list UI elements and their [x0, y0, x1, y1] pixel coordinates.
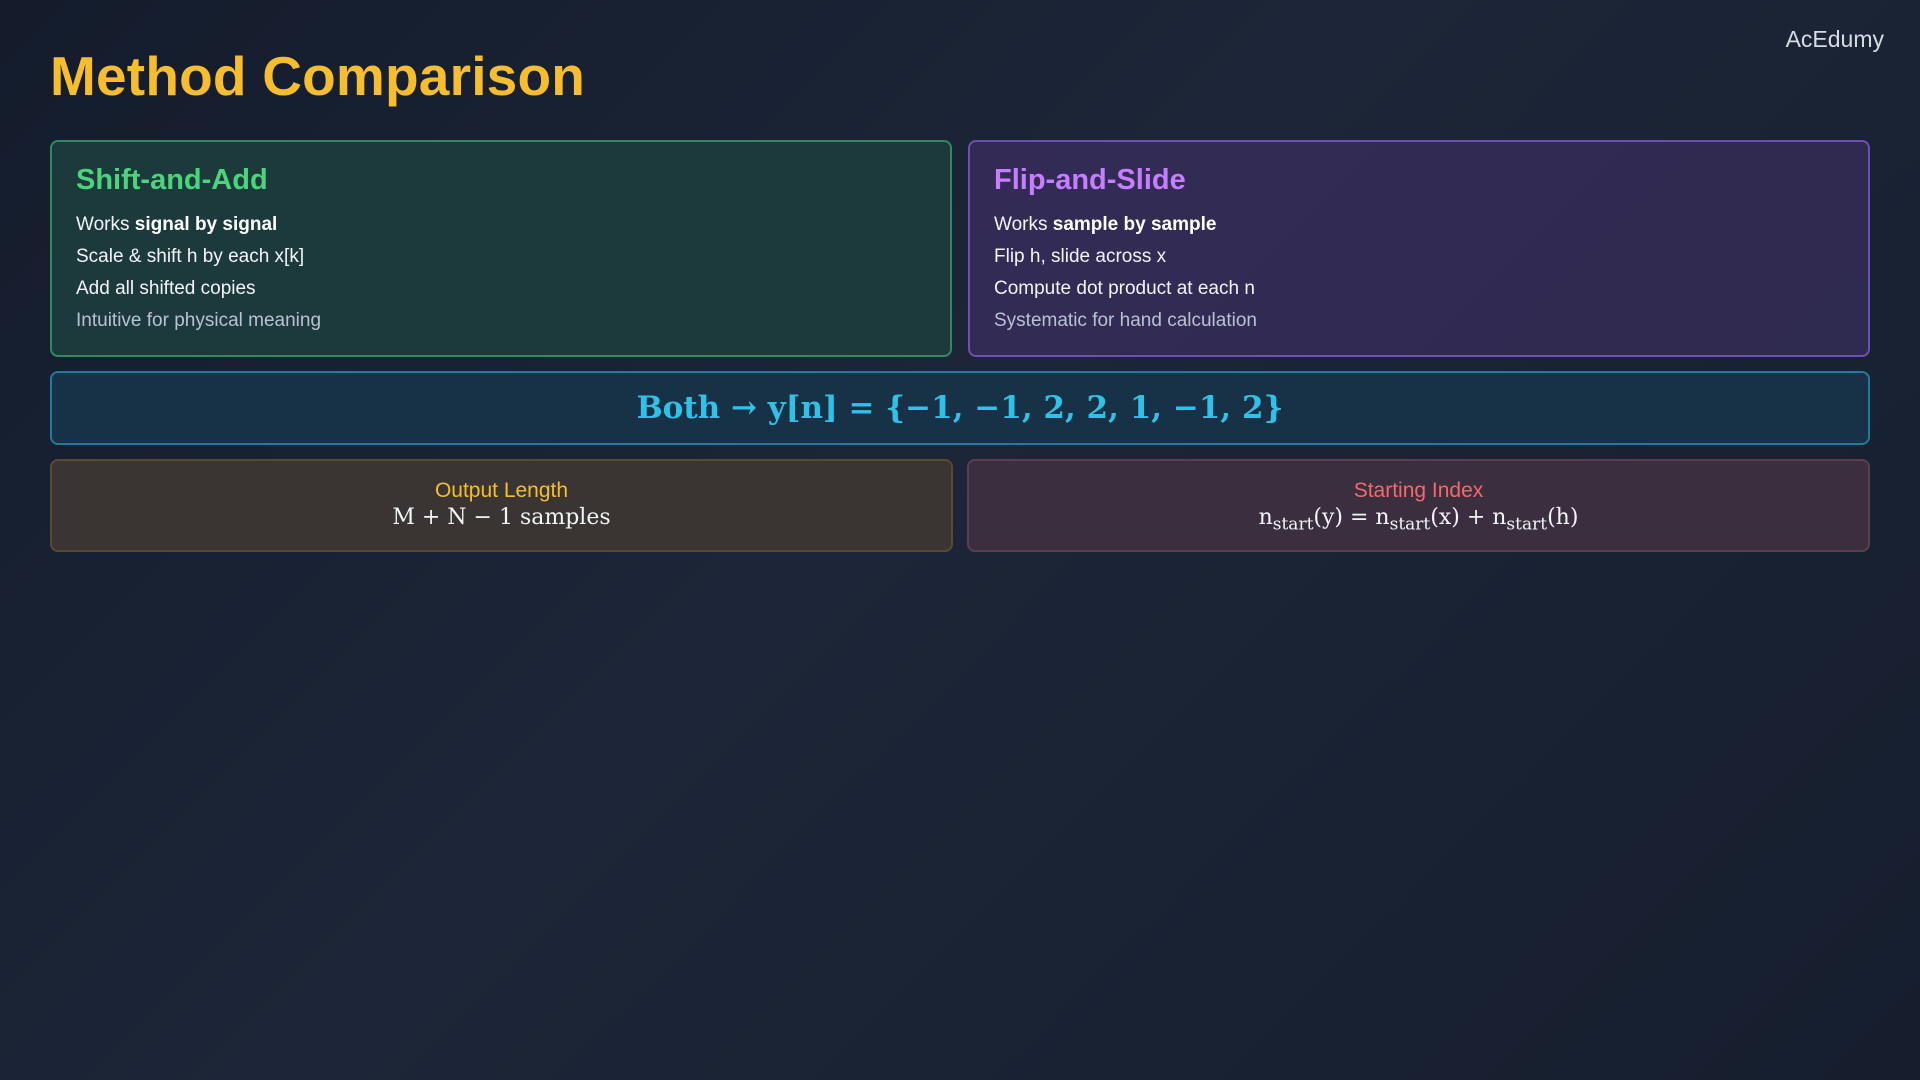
formula-arg-x: (x) + — [1430, 505, 1493, 530]
formula-sub-x: start — [1389, 514, 1431, 535]
starting-index-formula: nstart(y) = nstart(x) + nstart(h) — [969, 504, 1868, 538]
flip-and-slide-line-2: Flip h, slide across x — [994, 246, 1167, 267]
formula-n-h: n — [1492, 505, 1507, 530]
shift-and-add-title: Shift-and-Add — [76, 164, 268, 196]
page-title: Method Comparison — [50, 45, 586, 107]
formula-arg-y: (y) = — [1313, 505, 1376, 530]
shift-and-add-line-4: Intuitive for physical meaning — [76, 310, 322, 331]
shift-and-add-line-2: Scale & shift h by each x[k] — [76, 246, 305, 267]
shift-and-add-line-3: Add all shifted copies — [76, 278, 256, 299]
starting-index-title: Starting Index — [1353, 479, 1484, 502]
shift-and-add-card: Shift-and-Add Works signal by signal Sca… — [50, 140, 952, 357]
output-length-card: Output Length M + N − 1 samples — [50, 459, 953, 552]
result-banner: Both → y[n] = {−1, −1, 2, 2, 1, −1, 2} — [50, 371, 1870, 445]
formula-sub-y: start — [1272, 514, 1314, 535]
shift-and-add-line-1: Works signal by signal — [76, 209, 950, 241]
result-equation: Both → y[n] = {−1, −1, 2, 2, 1, −1, 2} — [636, 390, 1284, 426]
formula-n-y: n — [1258, 505, 1273, 530]
formula-n-x: n — [1375, 505, 1390, 530]
flip-and-slide-line-1-bold: sample by sample — [1052, 214, 1217, 235]
starting-index-card: Starting Index nstart(y) = nstart(x) + n… — [967, 459, 1870, 552]
output-length-title: Output Length — [434, 479, 569, 502]
brand-label: AcEdumy — [1785, 26, 1884, 52]
formula-sub-h: start — [1506, 514, 1548, 535]
output-length-formula: M + N − 1 samples — [392, 505, 611, 530]
flip-and-slide-card: Flip-and-Slide Works sample by sample Fl… — [968, 140, 1870, 357]
shift-and-add-line-1-bold: signal by signal — [134, 214, 278, 235]
flip-and-slide-line-4: Systematic for hand calculation — [994, 310, 1257, 331]
flip-and-slide-line-1: Works sample by sample — [994, 209, 1868, 241]
flip-and-slide-title: Flip-and-Slide — [994, 164, 1186, 196]
flip-and-slide-line-3: Compute dot product at each n — [994, 278, 1255, 299]
formula-arg-h: (h) — [1547, 505, 1579, 530]
flip-and-slide-line-1-prefix: Works — [994, 214, 1053, 235]
shift-and-add-line-1-prefix: Works — [76, 214, 135, 235]
